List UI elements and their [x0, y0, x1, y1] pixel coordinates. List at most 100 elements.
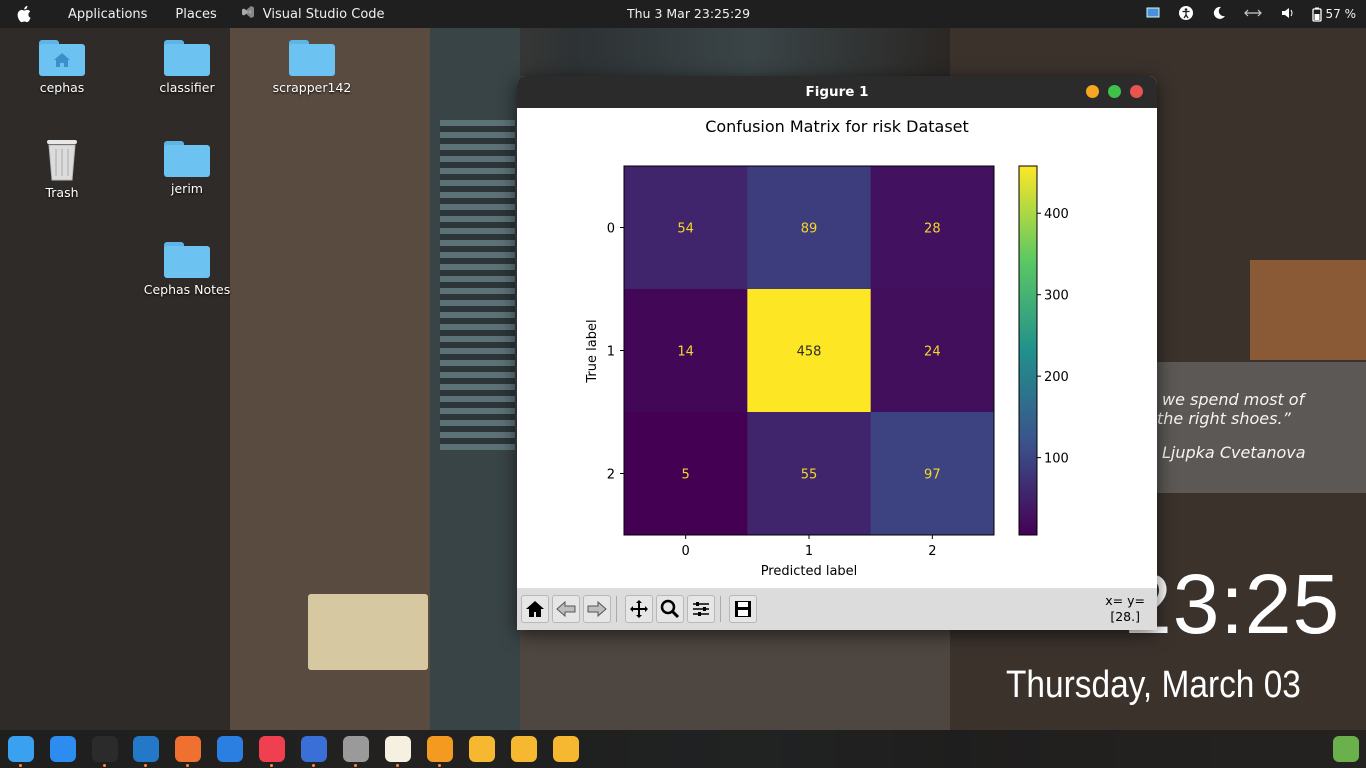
window-title: Figure 1	[805, 84, 869, 100]
quote-line-2: the right shoes.”	[1157, 409, 1291, 428]
figure-toolbar: x= y= [28.]	[517, 588, 1157, 630]
minimize-button[interactable]	[1086, 85, 1099, 98]
desktop-icon-cephas[interactable]: cephas	[17, 40, 107, 95]
colorbar-tick-label: 100	[1044, 452, 1069, 467]
cell-value-label: 54	[677, 222, 694, 237]
cell-value-label: 5	[682, 468, 690, 483]
y-tick-label: 2	[607, 468, 615, 483]
desktop-icon-label: scrapper142	[272, 80, 352, 95]
cell-value-label: 24	[924, 345, 941, 360]
notes-icon[interactable]	[385, 736, 411, 762]
running-indicator	[103, 764, 106, 767]
apple-menu-icon[interactable]	[14, 3, 36, 25]
folder-icon	[289, 40, 335, 76]
desktop-icon-jerim[interactable]: jerim	[142, 141, 232, 196]
terminal-icon[interactable]	[92, 736, 118, 762]
back-icon[interactable]	[552, 595, 580, 623]
desktop-icon-scrapper142[interactable]: scrapper142	[267, 40, 357, 95]
cell-value-label: 97	[924, 468, 941, 483]
battery-indicator[interactable]: 57 %	[1311, 7, 1356, 22]
quote-author: Ljupka Cvetanova	[1162, 443, 1306, 462]
configure-icon[interactable]	[687, 595, 715, 623]
folder-icon[interactable]	[553, 736, 579, 762]
colorbar-tick-label: 200	[1044, 370, 1069, 385]
firefox-dev-icon[interactable]	[301, 736, 327, 762]
x-tick-label: 1	[805, 544, 813, 559]
x-tick-label: 0	[682, 544, 690, 559]
running-indicator	[312, 764, 315, 767]
y-tick-label: 0	[607, 222, 615, 237]
night-mode-icon[interactable]	[1212, 6, 1226, 23]
finder-icon[interactable]	[8, 736, 34, 762]
confusion-matrix-chart: Confusion Matrix for risk Dataset 54 89 28…	[585, 117, 1069, 579]
cursor-coordinates: x= y= [28.]	[1105, 593, 1145, 625]
cell-value-label: 89	[801, 222, 818, 237]
folder-icon	[164, 242, 210, 278]
screen-icon[interactable]	[1146, 6, 1160, 23]
running-indicator	[438, 764, 441, 767]
places-menu[interactable]: Places	[175, 7, 216, 22]
cell-value-label: 458	[797, 345, 822, 360]
close-button[interactable]	[1130, 85, 1143, 98]
quote-line-1: we spend most of	[1162, 390, 1305, 409]
y-tick-label: 1	[607, 345, 615, 360]
desktop-icon-label: cephas	[39, 80, 85, 95]
settings-icon[interactable]	[343, 736, 369, 762]
colorbar-tick-label: 400	[1044, 207, 1069, 222]
active-app-label: Visual Studio Code	[262, 6, 385, 22]
y-axis-label: True label	[585, 319, 600, 383]
folder-icon	[164, 40, 210, 76]
firefox-icon[interactable]	[217, 736, 243, 762]
active-app-menu[interactable]: Visual Studio Code	[241, 5, 385, 23]
music-icon[interactable]	[259, 736, 285, 762]
running-indicator	[270, 764, 273, 767]
running-indicator	[144, 764, 147, 767]
apps-grid-icon[interactable]	[1333, 736, 1359, 762]
folder-icon	[164, 141, 210, 177]
cell-value-label: 28	[924, 222, 941, 237]
compass-icon[interactable]	[175, 736, 201, 762]
coords-line-1: x= y=	[1105, 593, 1145, 608]
home-icon[interactable]	[521, 595, 549, 623]
desktop-icon-label: classifier	[159, 80, 215, 95]
running-indicator	[354, 764, 357, 767]
figure-window: Figure 1 Confusion Matrix for risk Datas…	[517, 76, 1157, 630]
accessibility-icon[interactable]	[1178, 5, 1194, 24]
pan-icon[interactable]	[625, 595, 653, 623]
figure-canvas[interactable]: Confusion Matrix for risk Dataset 54 89 28…	[517, 108, 1157, 588]
folder-icon[interactable]	[469, 736, 495, 762]
desktop-icon-label: Trash	[45, 185, 79, 200]
chart-title: Confusion Matrix for risk Dataset	[705, 117, 969, 136]
toolbar-separator	[720, 596, 721, 622]
running-indicator	[186, 764, 189, 767]
desktop-icon-label: Cephas Notes	[143, 282, 231, 297]
network-icon[interactable]	[1243, 7, 1262, 22]
cell-value-label: 55	[801, 468, 818, 483]
app-store-icon[interactable]	[50, 736, 76, 762]
applications-menu[interactable]: Applications	[68, 7, 147, 22]
window-titlebar[interactable]: Figure 1	[517, 76, 1157, 108]
battery-icon	[1311, 7, 1322, 22]
desktop-clock-date: Thursday, March 03	[1006, 664, 1301, 706]
books-icon[interactable]	[427, 736, 453, 762]
trash-icon	[44, 136, 80, 182]
system-tray: 57 %	[1146, 0, 1356, 28]
dock	[0, 730, 1366, 768]
folder-icon[interactable]	[511, 736, 537, 762]
desktop-icon-classifier[interactable]: classifier	[142, 40, 232, 95]
colorbar-tick-label: 300	[1044, 289, 1069, 304]
save-icon[interactable]	[729, 595, 757, 623]
zoom-icon[interactable]	[656, 595, 684, 623]
desktop-icon-trash[interactable]: Trash	[17, 136, 107, 200]
cell-value-label: 14	[677, 345, 694, 360]
maximize-button[interactable]	[1108, 85, 1121, 98]
colorbar	[1018, 165, 1038, 536]
topbar-clock[interactable]: Thu 3 Mar 23:25:29	[627, 6, 750, 21]
desktop-clock-time: 23:25	[1125, 557, 1341, 651]
volume-icon[interactable]	[1280, 6, 1294, 23]
forward-icon[interactable]	[583, 595, 611, 623]
vscode-icon[interactable]	[133, 736, 159, 762]
desktop-icon-cephas-notes[interactable]: Cephas Notes	[142, 242, 232, 297]
running-indicator	[19, 764, 22, 767]
quote-widget: we spend most of the right shoes.” Ljupk…	[1157, 362, 1366, 493]
